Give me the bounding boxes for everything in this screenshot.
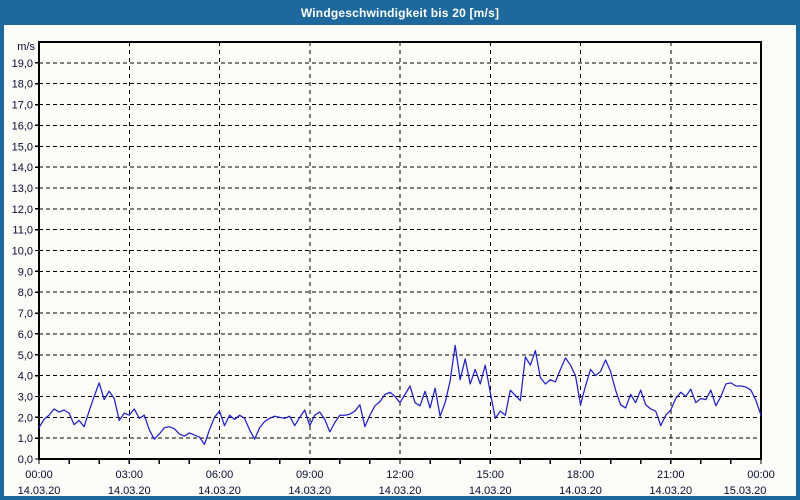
- wind-speed-chart: 0,0 1,0 2,0 3,0 4,0 5,0 6,0 7,0 8,0 9,0 10,0 11,0 12…: [12, 41, 775, 496]
- y-tick-label: 10,0: [12, 246, 33, 258]
- y-tick-label: 9,0: [18, 266, 33, 278]
- y-tick-label: 1,0: [18, 433, 33, 445]
- x-date-label: 14.03.20: [198, 485, 241, 496]
- window-titlebar: Windgeschwindigkeit bis 20 [m/s]: [0, 0, 800, 25]
- y-tick-label: 0,0: [18, 454, 33, 466]
- y-tick-label: 3,0: [18, 391, 33, 403]
- chart-panel: 0,0 1,0 2,0 3,0 4,0 5,0 6,0 7,0 8,0 9,0 10,0 11,0 12…: [4, 25, 796, 496]
- x-time-label: 03:00: [115, 469, 143, 481]
- x-time-label: 12:00: [386, 469, 414, 481]
- y-tick-label: 16,0: [12, 120, 33, 132]
- y-tick-label: 19,0: [12, 58, 33, 70]
- app-window: Windgeschwindigkeit bis 20 [m/s] 0,0 1,0 2…: [0, 0, 800, 500]
- y-tick-label: 14,0: [12, 162, 33, 174]
- x-date-label: 14.03.20: [379, 485, 422, 496]
- y-tick-label: 2,0: [18, 412, 33, 424]
- y-tick-label: 4,0: [18, 371, 33, 383]
- y-tick-label: 5,0: [18, 350, 33, 362]
- x-date-label: 15.03.20: [724, 485, 767, 496]
- x-time-label: 06:00: [206, 469, 234, 481]
- x-time-label: 09:00: [296, 469, 324, 481]
- x-time-label: 18:00: [567, 469, 595, 481]
- x-time-label: 21:00: [657, 469, 685, 481]
- x-date-label: 14.03.20: [18, 485, 61, 496]
- y-tick-label: 17,0: [12, 100, 33, 112]
- y-tick-label: 12,0: [12, 204, 33, 216]
- x-date-label: 14.03.20: [559, 485, 602, 496]
- y-tick-label: 15,0: [12, 141, 33, 153]
- x-date-label: 14.03.20: [288, 485, 331, 496]
- x-date-label: 14.03.20: [108, 485, 151, 496]
- y-tick-label: 13,0: [12, 183, 33, 195]
- y-axis-unit-label: m/s: [17, 41, 35, 53]
- y-tick-label: 8,0: [18, 287, 33, 299]
- x-date-label: 14.03.20: [649, 485, 692, 496]
- y-tick-label: 11,0: [12, 225, 33, 237]
- x-time-label: 00:00: [25, 469, 53, 481]
- x-time-label: 15:00: [476, 469, 504, 481]
- y-tick-label: 18,0: [12, 79, 33, 91]
- window-title: Windgeschwindigkeit bis 20 [m/s]: [300, 5, 500, 20]
- y-tick-label: 7,0: [18, 308, 33, 320]
- x-time-label: 00:00: [747, 469, 775, 481]
- y-tick-label: 6,0: [18, 329, 33, 341]
- x-date-label: 14.03.20: [469, 485, 512, 496]
